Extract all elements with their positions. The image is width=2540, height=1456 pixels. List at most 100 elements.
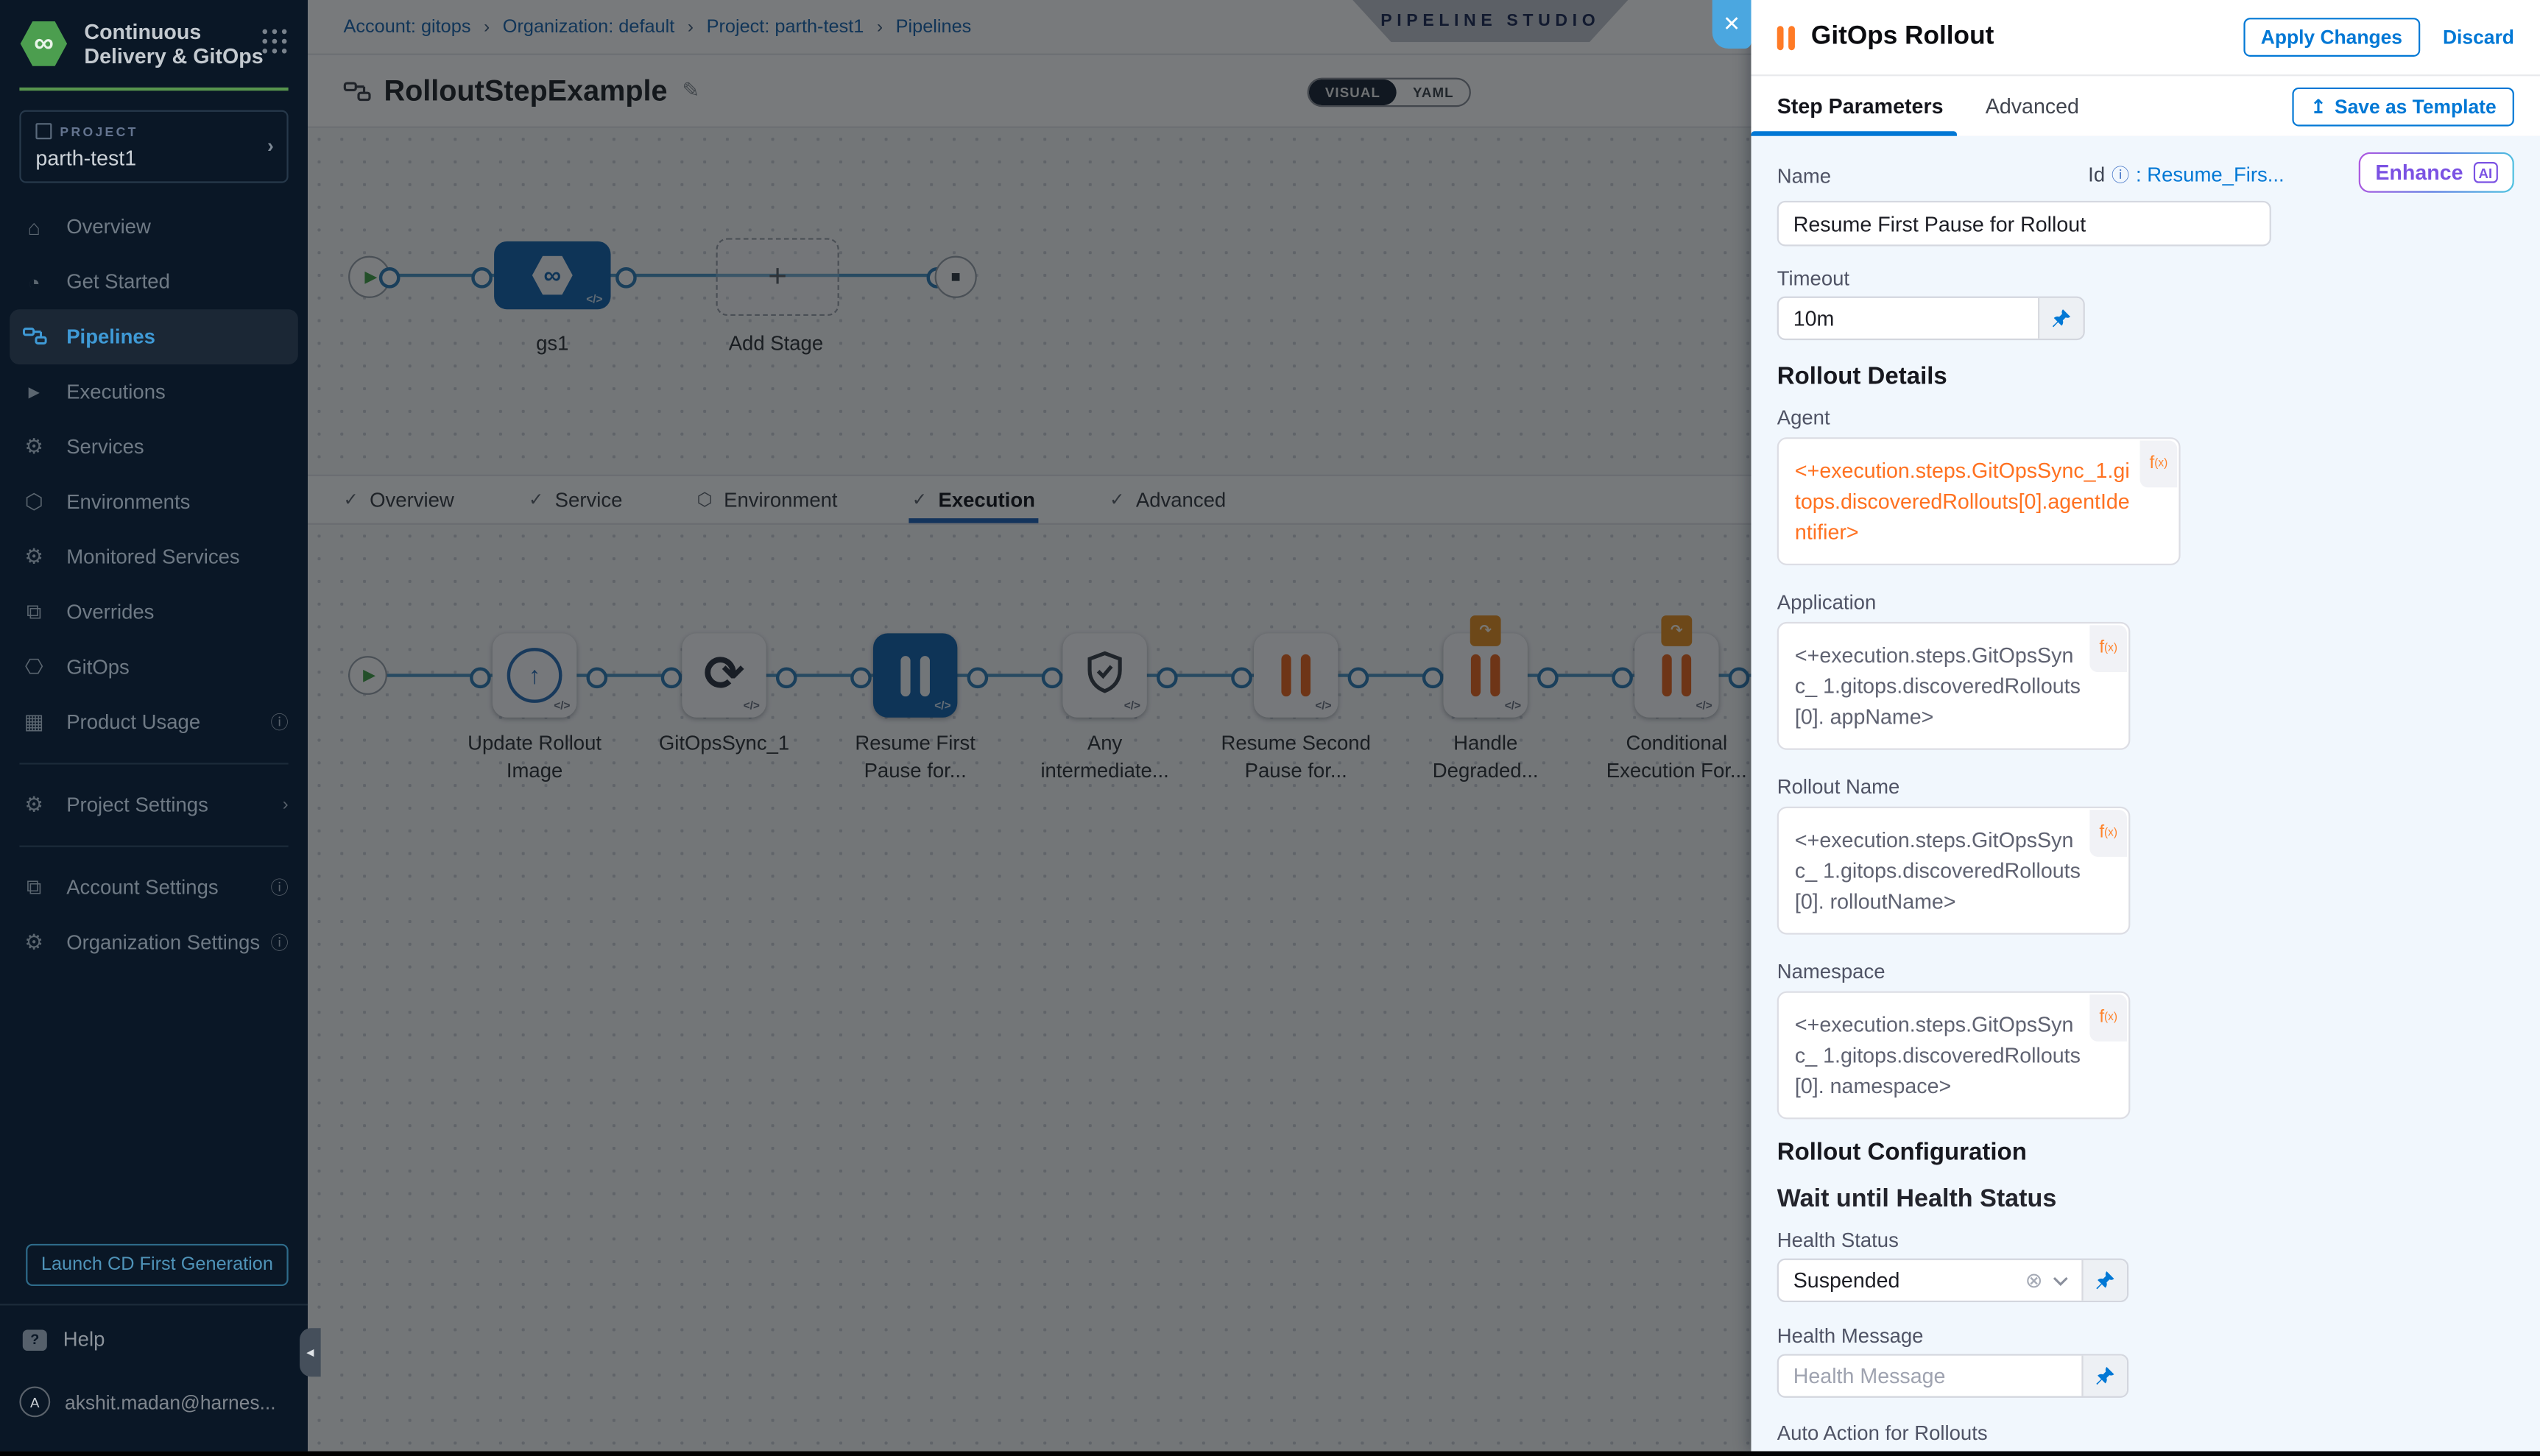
- pin-button[interactable]: [2038, 298, 2084, 339]
- code-icon: </>: [1124, 702, 1140, 713]
- node-port[interactable]: [470, 668, 491, 689]
- code-icon: </>: [1696, 702, 1712, 713]
- discard-button[interactable]: Discard: [2443, 26, 2514, 49]
- sidebar-item-overrides[interactable]: ⧉Overrides: [0, 584, 308, 640]
- sidebar-item-services[interactable]: ⚙Services: [0, 420, 308, 475]
- sidebar-item-executions[interactable]: ▶Executions: [0, 364, 308, 420]
- node-port[interactable]: [776, 668, 797, 689]
- sidebar-item-organization-settings[interactable]: ⚙Organization Settingsⓘ: [0, 915, 308, 970]
- check-icon: ✓: [343, 489, 358, 510]
- edit-pencil-icon[interactable]: ✎: [682, 78, 699, 104]
- tab-overview[interactable]: ✓Overview: [343, 476, 454, 523]
- node-port[interactable]: [1157, 668, 1178, 689]
- user-account[interactable]: Aakshit.madan@harnes...: [0, 1351, 308, 1417]
- step-conditional-execution[interactable]: ↷ </>: [1634, 633, 1718, 717]
- node-port[interactable]: [967, 668, 989, 689]
- agent-input[interactable]: <+execution.steps.GitOpsSync_1.gitops.di…: [1777, 437, 2181, 565]
- node-port[interactable]: [1729, 668, 1750, 689]
- sidebar-item-project-settings[interactable]: ⚙Project Settings›: [0, 777, 308, 833]
- pipeline-end-node[interactable]: ■: [935, 256, 977, 298]
- sidebar-collapse-handle[interactable]: ◀: [300, 1328, 321, 1377]
- node-port[interactable]: [1537, 668, 1559, 689]
- pin-button[interactable]: [2081, 1356, 2127, 1396]
- layers-icon: ⧉: [19, 599, 49, 625]
- breadcrumb-organization[interactable]: Organization: default: [503, 17, 675, 36]
- pin-button[interactable]: [2081, 1260, 2127, 1301]
- stage-node-gs1[interactable]: ∞ </>: [494, 241, 610, 309]
- health-status-select[interactable]: Suspended: [1779, 1260, 2025, 1301]
- step-any-intermediate[interactable]: </>: [1062, 633, 1146, 717]
- ai-badge: AI: [2473, 162, 2498, 183]
- enhance-ai-button[interactable]: Enhance AI: [2359, 152, 2514, 193]
- name-input[interactable]: Resume First Pause for Rollout: [1777, 201, 2271, 247]
- sidebar-item-monitored-services[interactable]: ⚙Monitored Services: [0, 529, 308, 584]
- node-port[interactable]: [1231, 668, 1252, 689]
- sidebar-item-get-started[interactable]: ◔Get Started: [0, 254, 308, 309]
- step-handle-degraded[interactable]: ↷ </>: [1443, 633, 1527, 717]
- harness-logo-icon[interactable]: ∞: [19, 19, 68, 68]
- namespace-input[interactable]: <+execution.steps.GitOpsSync_ 1.gitops.d…: [1777, 992, 2131, 1120]
- application-input[interactable]: <+execution.steps.GitOpsSync_ 1.gitops.d…: [1777, 622, 2131, 750]
- gear-check-icon: ⚙: [19, 544, 49, 570]
- node-port[interactable]: [661, 668, 682, 689]
- sidebar-item-environments[interactable]: ⬡Environments: [0, 475, 308, 530]
- tab-execution[interactable]: ✓Execution: [912, 476, 1035, 523]
- tab-advanced[interactable]: ✓Advanced: [1110, 476, 1226, 523]
- apply-changes-button[interactable]: Apply Changes: [2243, 18, 2421, 57]
- expression-fx-button[interactable]: f(x): [2089, 625, 2127, 672]
- tab-service[interactable]: ✓Service: [529, 476, 622, 523]
- node-port[interactable]: [1348, 668, 1369, 689]
- breadcrumb-pipelines[interactable]: Pipelines: [896, 17, 972, 36]
- node-port[interactable]: [1042, 668, 1063, 689]
- launch-cd-first-gen-button[interactable]: Launch CD First Generation: [26, 1244, 288, 1286]
- node-port[interactable]: [471, 267, 493, 289]
- tab-environment[interactable]: ⬡Environment: [697, 476, 838, 523]
- breadcrumb-account[interactable]: Account: gitops: [343, 17, 470, 36]
- chevron-down-icon[interactable]: [2053, 1276, 2069, 1285]
- sidebar-item-account-settings[interactable]: ⧉Account Settingsⓘ: [0, 860, 308, 915]
- check-icon: ✓: [912, 489, 927, 510]
- node-port[interactable]: [850, 668, 872, 689]
- info-icon[interactable]: ⓘ: [2112, 162, 2129, 188]
- help-item[interactable]: ?Help: [0, 1305, 308, 1351]
- tab-panel-advanced[interactable]: Advanced: [1986, 76, 2079, 135]
- step-gitops-sync[interactable]: ⟳ </>: [682, 633, 766, 717]
- visual-toggle[interactable]: VISUAL: [1309, 79, 1397, 105]
- close-panel-button[interactable]: ✕: [1712, 0, 1751, 49]
- node-port[interactable]: [1422, 668, 1444, 689]
- node-port[interactable]: [587, 668, 608, 689]
- sidebar-item-product-usage[interactable]: ▦Product Usageⓘ: [0, 695, 308, 750]
- add-stage-button[interactable]: +: [716, 238, 839, 316]
- execution-start-node[interactable]: ▶: [348, 656, 387, 695]
- timeout-input[interactable]: 10m: [1779, 298, 2038, 339]
- clear-icon[interactable]: ⊗: [2025, 1268, 2043, 1293]
- rollout-name-input[interactable]: <+execution.steps.GitOpsSync_ 1.gitops.d…: [1777, 807, 2131, 935]
- step-resume-second-pause[interactable]: </>: [1254, 633, 1338, 717]
- node-port[interactable]: [615, 267, 637, 289]
- expression-fx-button[interactable]: f(x): [2089, 810, 2127, 857]
- sidebar-item-overview[interactable]: ⌂Overview: [0, 199, 308, 255]
- check-icon: ✓: [1110, 489, 1124, 510]
- breadcrumb-project[interactable]: Project: parth-test1: [707, 17, 864, 36]
- health-message-input[interactable]: Health Message: [1779, 1356, 2081, 1396]
- sidebar-item-gitops[interactable]: ⎔GitOps: [0, 640, 308, 695]
- pipeline-title-bar: RolloutStepExample ✎ VISUAL YAML: [308, 55, 1751, 128]
- health-status-field: Suspended ⊗: [1777, 1259, 2128, 1302]
- step-resume-first-pause[interactable]: </>: [873, 633, 957, 717]
- node-port[interactable]: [379, 267, 401, 289]
- divider: [19, 763, 288, 764]
- stage-tab-bar: ✓Overview ✓Service ⬡Environment ✓Executi…: [308, 475, 1751, 525]
- save-as-template-button[interactable]: ↥ Save as Template: [2293, 87, 2514, 126]
- project-selector[interactable]: PROJECT parth-test1 ›: [19, 110, 288, 183]
- agent-label: Agent: [1777, 406, 2514, 429]
- sidebar-header: ∞ Continuous Delivery & GitOps: [0, 0, 308, 81]
- module-switcher-icon[interactable]: [262, 29, 288, 55]
- step-id-value[interactable]: : Resume_Firs...: [2136, 163, 2285, 186]
- node-port[interactable]: [1612, 668, 1633, 689]
- expression-fx-button[interactable]: f(x): [2140, 440, 2178, 487]
- step-update-rollout-image[interactable]: ↑ </>: [493, 633, 576, 717]
- sidebar-item-pipelines[interactable]: Pipelines: [10, 309, 298, 364]
- expression-fx-button[interactable]: f(x): [2089, 994, 2127, 1042]
- yaml-toggle[interactable]: YAML: [1397, 79, 1470, 105]
- tab-step-parameters[interactable]: Step Parameters: [1777, 76, 1944, 135]
